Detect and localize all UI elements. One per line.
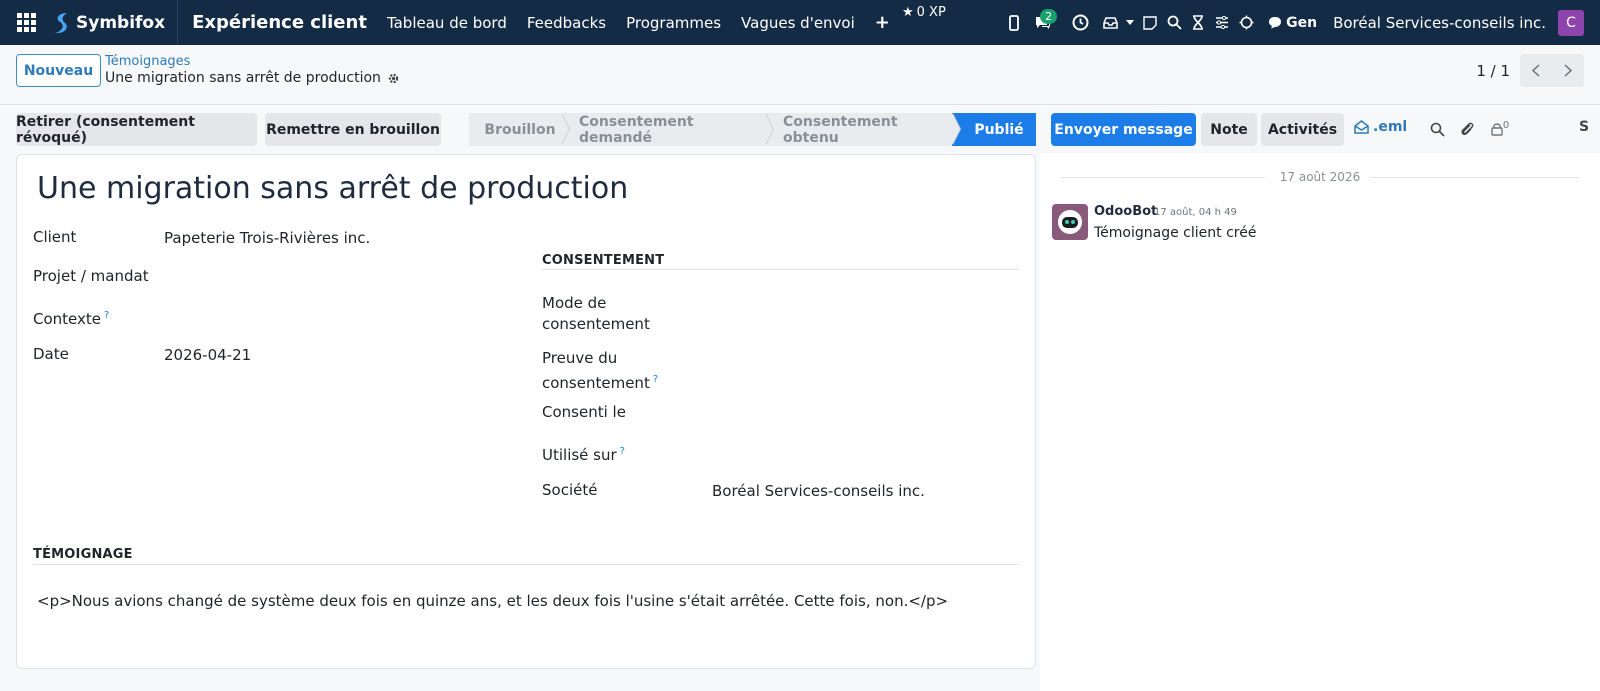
message-timestamp: 17 août, 04 h 49 <box>1154 207 1237 218</box>
pager-value[interactable]: 1 / 1 <box>1476 62 1510 80</box>
stage-published[interactable]: Publié <box>952 113 1036 146</box>
date-field[interactable]: 2026-04-21 <box>164 346 251 364</box>
brand-name: Symbifox <box>76 12 166 33</box>
consented-on-label: Consenti le <box>542 403 626 421</box>
top-navbar: Symbifox Expérience client Tableau de bo… <box>0 0 1600 45</box>
send-message-button[interactable]: Envoyer message <box>1051 113 1196 146</box>
form-sheet: Une migration sans arrêt de production C… <box>16 154 1036 669</box>
status-bar: Retirer (consentement révoqué) Remettre … <box>0 105 1040 153</box>
symbifox-logo-icon <box>55 12 67 33</box>
consent-mode-label: Mode de consentement <box>542 294 650 333</box>
client-field[interactable]: Papeterie Trois-Rivières inc. <box>164 229 370 247</box>
paperclip-icon[interactable] <box>1456 118 1478 140</box>
sliders-icon[interactable] <box>1210 0 1234 45</box>
date-separator: 17 août 2026 <box>1060 167 1580 187</box>
menu-waves[interactable]: Vagues d'envoi <box>731 14 865 32</box>
stage-pipeline: Brouillon Consentement demandé Consentem… <box>469 113 1036 146</box>
caret-down-icon[interactable] <box>1122 0 1138 45</box>
message-author[interactable]: OdooBot <box>1094 204 1157 219</box>
navbar-systray: 2 Gen Boréal Services-conseils inc. C <box>1002 0 1600 45</box>
followers-count: 0 <box>1502 119 1510 131</box>
chat-bubble-icon <box>1269 17 1282 29</box>
chatter-topbar: Envoyer message Note Activités .eml 0 S <box>1040 105 1600 153</box>
company-switcher[interactable]: Boréal Services-conseils inc. <box>1333 14 1546 32</box>
control-panel: Nouveau Témoignages Une migration sans a… <box>0 45 1600 105</box>
search-icon[interactable] <box>1426 118 1448 140</box>
apps-menu-icon[interactable] <box>0 0 52 45</box>
context-label: Contexte? <box>33 310 110 328</box>
consent-proof-label: Preuve du consentement? <box>542 349 659 392</box>
menu-feedbacks[interactable]: Feedbacks <box>517 14 616 32</box>
search-icon[interactable] <box>1162 0 1186 45</box>
company-field[interactable]: Boréal Services-conseils inc. <box>712 482 925 500</box>
pager-previous-icon[interactable] <box>1520 54 1552 87</box>
eml-button[interactable]: .eml <box>1354 119 1407 135</box>
log-note-button[interactable]: Note <box>1201 113 1257 146</box>
brand[interactable]: Symbifox <box>52 0 179 45</box>
company-label: Société <box>542 481 598 499</box>
help-icon[interactable]: ? <box>620 446 625 457</box>
breadcrumb-testimonials[interactable]: Témoignages <box>105 54 190 69</box>
help-icon[interactable]: ? <box>104 310 109 321</box>
testimony-section-divider <box>33 564 1019 565</box>
gen-label: Gen <box>1286 14 1318 31</box>
stage-draft[interactable]: Brouillon <box>469 113 570 146</box>
consent-section-divider <box>542 269 1019 270</box>
help-icon[interactable]: ? <box>653 374 658 385</box>
followers-lock-icon[interactable]: 0 <box>1484 118 1516 140</box>
date-label: Date <box>33 345 69 363</box>
hourglass-icon[interactable] <box>1186 0 1210 45</box>
menu-dashboard[interactable]: Tableau de bord <box>377 14 517 32</box>
clock-icon[interactable] <box>1068 0 1092 45</box>
activities-button[interactable]: Activités <box>1261 113 1344 146</box>
odoobot-avatar[interactable] <box>1052 204 1088 240</box>
bug-icon[interactable] <box>1234 0 1258 45</box>
xp-counter[interactable]: ★ 0 XP <box>902 5 946 20</box>
pager: 1 / 1 <box>1476 54 1584 87</box>
client-label: Client <box>33 228 77 246</box>
discuss-badge: 2 <box>1040 9 1058 24</box>
eml-label: .eml <box>1373 119 1408 135</box>
discuss-icon[interactable]: 2 <box>1026 0 1060 45</box>
record-name: Une migration sans arrêt de production <box>105 70 381 86</box>
withdraw-consent-button[interactable]: Retirer (consentement révoqué) <box>16 113 257 146</box>
app-name[interactable]: Expérience client <box>192 12 367 33</box>
testimony-field[interactable]: <p>Nous avions changé de système deux fo… <box>37 592 948 610</box>
stage-consent-requested[interactable]: Consentement demandé <box>561 113 774 146</box>
message-body: Témoignage client créé <box>1094 225 1257 241</box>
menu-programs[interactable]: Programmes <box>616 14 731 32</box>
gen-assistant-button[interactable]: Gen <box>1268 15 1317 31</box>
gear-icon[interactable] <box>387 72 400 85</box>
record-title[interactable]: Une migration sans arrêt de production <box>37 171 628 206</box>
inbox-icon[interactable] <box>1098 0 1122 45</box>
used-on-label: Utilisé sur? <box>542 446 625 464</box>
xp-value: 0 XP <box>916 5 946 20</box>
consent-section-title: CONSENTEMENT <box>542 253 665 268</box>
project-label: Projet / mandat <box>33 267 149 285</box>
testimony-section-title: TÉMOIGNAGE <box>33 547 133 562</box>
note-icon[interactable] <box>1138 0 1162 45</box>
star-icon: ★ <box>902 5 914 20</box>
pager-next-icon[interactable] <box>1552 54 1584 87</box>
user-avatar[interactable]: C <box>1558 9 1584 36</box>
stage-consent-obtained[interactable]: Consentement obtenu <box>765 113 961 146</box>
mobile-icon[interactable] <box>1002 0 1026 45</box>
main-menu: Tableau de bord Feedbacks Programmes Vag… <box>377 12 900 33</box>
chatter: Envoyer message Note Activités .eml 0 S … <box>1040 105 1600 691</box>
envelope-open-icon <box>1354 120 1369 134</box>
new-button[interactable]: Nouveau <box>16 54 101 87</box>
add-menu-icon[interactable]: + <box>865 12 900 33</box>
breadcrumb-current: Une migration sans arrêt de production <box>105 70 400 86</box>
chatter-truncated-label: S <box>1579 119 1590 135</box>
reset-to-draft-button[interactable]: Remettre en brouillon <box>265 113 441 146</box>
